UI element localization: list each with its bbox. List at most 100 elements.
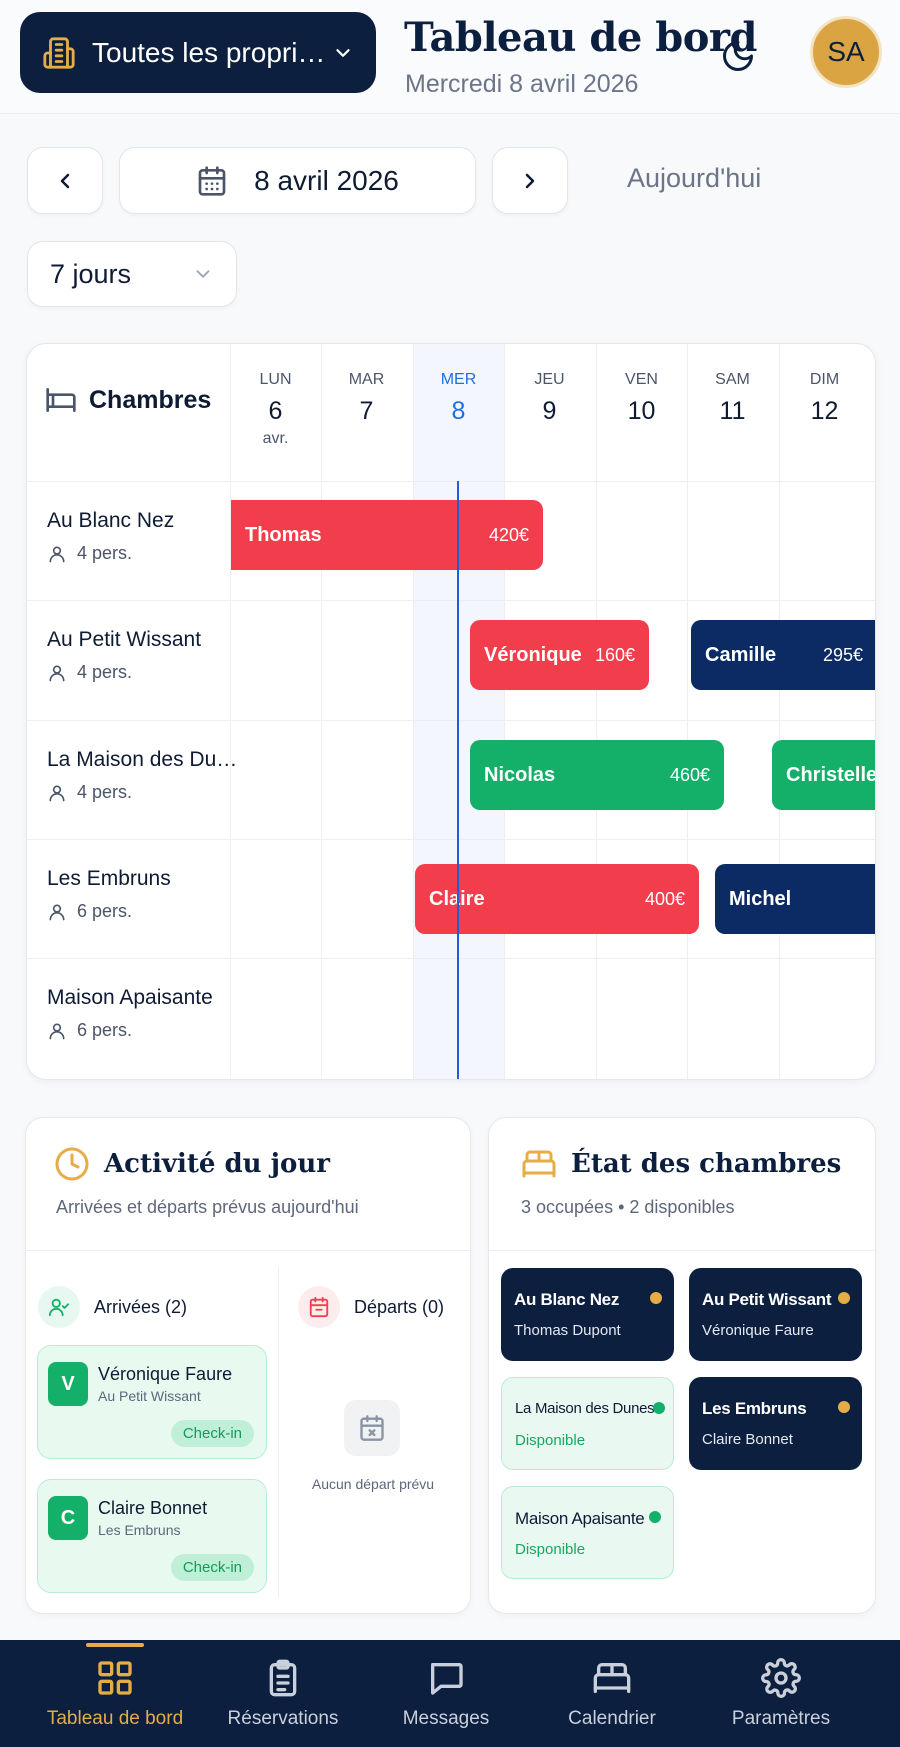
moon-icon[interactable] xyxy=(720,38,756,74)
room-name: Maison Apaisante xyxy=(47,986,213,1009)
range-select[interactable]: 7 jours xyxy=(27,241,237,307)
room-capacity-label: 4 pers. xyxy=(77,662,133,682)
day-name: MER xyxy=(440,371,477,388)
grid-line xyxy=(596,344,597,1079)
gear-icon xyxy=(761,1658,801,1698)
day-number: 12 xyxy=(810,397,839,425)
rooms-header: Chambres xyxy=(45,384,211,416)
room-capacity-label: 4 pers. xyxy=(77,782,133,802)
booking-price: 160€ xyxy=(594,644,635,665)
guest-name: Véronique Faure xyxy=(98,1364,233,1384)
bed-icon xyxy=(593,1663,631,1693)
day-number: 8 xyxy=(451,397,466,425)
person-icon xyxy=(49,1023,65,1039)
room-row-label[interactable]: La Maison des Du… 4 pers. xyxy=(47,748,237,803)
today-button[interactable]: Aujourd'hui xyxy=(627,163,761,194)
booking-price: 400€ xyxy=(644,888,685,909)
room-row-label[interactable]: Au Blanc Nez 4 pers. xyxy=(47,509,174,564)
check-in-button[interactable]: Check-in xyxy=(170,1420,254,1447)
status-dot xyxy=(650,1292,662,1304)
guest-initial: V xyxy=(48,1362,88,1406)
room-tile-name: Maison Apaisante xyxy=(515,1509,645,1528)
guest-room: Au Petit Wissant xyxy=(98,1388,201,1404)
person-icon xyxy=(49,546,65,562)
day-header: JEU 9 xyxy=(504,371,595,426)
booking-bar[interactable]: Véronique 160€ xyxy=(470,620,649,690)
activity-card-header: Activité du jour xyxy=(54,1146,330,1182)
room-name: Au Petit Wissant xyxy=(47,628,202,651)
day-header: DIM 12 xyxy=(779,371,870,426)
booking-bar[interactable]: Camille 295€ xyxy=(691,620,875,690)
room-tile[interactable]: Les Embruns Claire Bonnet xyxy=(689,1377,862,1470)
nav-dashboard[interactable]: Tableau de bord xyxy=(25,1640,205,1747)
room-tile[interactable]: Au Blanc Nez Thomas Dupont xyxy=(501,1268,674,1361)
room-state-card: État des chambres 3 occupées • 2 disponi… xyxy=(488,1117,877,1614)
booking-bar[interactable]: Christelle xyxy=(772,740,875,810)
previous-day-button[interactable] xyxy=(27,147,103,214)
nav-calendar[interactable]: Calendrier xyxy=(522,1640,702,1747)
grid-line xyxy=(504,344,505,1079)
occupied-count: 3 occupées xyxy=(521,1197,614,1217)
booking-bar[interactable]: Michel xyxy=(715,864,875,934)
avatar[interactable]: SA xyxy=(810,16,882,88)
grid-line xyxy=(687,344,688,1079)
activity-card-subtitle: Arrivées et départs prévus aujourd'hui xyxy=(56,1197,359,1217)
room-tile[interactable]: Maison Apaisante Disponible xyxy=(501,1486,674,1579)
divider xyxy=(26,1250,472,1251)
status-dot xyxy=(838,1401,850,1413)
grid-line xyxy=(779,344,780,1079)
guest-initial: C xyxy=(48,1496,88,1540)
current-time-indicator xyxy=(457,481,459,1079)
divider xyxy=(278,1268,279,1598)
nav-label: Tableau de bord xyxy=(46,1708,184,1729)
date-picker-button[interactable]: 8 avril 2026 xyxy=(119,147,476,214)
room-tile-name: La Maison des Dunes xyxy=(515,1400,655,1417)
room-tile-name: Au Blanc Nez xyxy=(514,1290,620,1309)
departures-label: Départs (0) xyxy=(354,1296,445,1317)
check-in-button[interactable]: Check-in xyxy=(170,1554,254,1581)
chevron-down-icon xyxy=(336,48,350,57)
range-select-label: 7 jours xyxy=(50,258,132,289)
status-dot xyxy=(653,1402,665,1414)
room-capacity: 4 pers. xyxy=(47,543,174,564)
room-row-label[interactable]: Au Petit Wissant 4 pers. xyxy=(47,628,201,683)
room-tile[interactable]: Au Petit Wissant Véronique Faure xyxy=(689,1268,862,1361)
status-dot xyxy=(838,1292,850,1304)
day-name: VEN xyxy=(625,371,658,388)
room-row-label[interactable]: Maison Apaisante 6 pers. xyxy=(47,986,213,1041)
booking-price: 420€ xyxy=(488,524,529,545)
page-date: Mercredi 8 avril 2026 xyxy=(405,70,639,98)
chevron-left-icon xyxy=(60,173,70,188)
arrival-card[interactable]: V Véronique Faure Au Petit Wissant Check… xyxy=(37,1345,267,1459)
property-select[interactable]: Toutes les propri… xyxy=(20,12,376,93)
room-name: Les Embruns xyxy=(47,867,171,890)
booking-bar[interactable]: Nicolas 460€ xyxy=(470,740,724,810)
room-name: Au Blanc Nez xyxy=(47,509,175,532)
day-number: 9 xyxy=(542,397,557,425)
divider xyxy=(489,1250,877,1251)
nav-messages[interactable]: Messages xyxy=(356,1640,536,1747)
day-header: LUN 6 avr. xyxy=(230,371,321,448)
departures-header: Départs (0) xyxy=(298,1286,444,1328)
room-tile-status: Disponible xyxy=(515,1432,586,1449)
activity-card: Activité du jour Arrivées et départs pré… xyxy=(25,1117,472,1614)
person-icon xyxy=(49,904,65,920)
user-check-icon xyxy=(38,1286,80,1328)
room-row-label[interactable]: Les Embruns 6 pers. xyxy=(47,867,171,922)
nav-reservations[interactable]: Réservations xyxy=(193,1640,373,1747)
nav-label: Messages xyxy=(402,1708,490,1729)
day-name: MAR xyxy=(348,371,385,388)
grid-line xyxy=(230,344,231,1079)
day-header: MAR 7 xyxy=(321,371,412,426)
room-name: La Maison des Du… xyxy=(47,748,238,771)
booking-price: 460€ xyxy=(669,764,710,785)
room-tile[interactable]: La Maison des Dunes Disponible xyxy=(501,1377,674,1470)
booking-bar[interactable]: Thomas 420€ xyxy=(231,500,543,570)
day-number: 6 xyxy=(268,397,283,425)
room-tile-status: Thomas Dupont xyxy=(514,1322,621,1339)
nav-settings[interactable]: Paramètres xyxy=(691,1640,871,1747)
day-number: 10 xyxy=(627,397,656,425)
room-capacity: 4 pers. xyxy=(47,662,201,683)
arrival-card[interactable]: C Claire Bonnet Les Embruns Check-in xyxy=(37,1479,267,1593)
next-day-button[interactable] xyxy=(492,147,568,214)
